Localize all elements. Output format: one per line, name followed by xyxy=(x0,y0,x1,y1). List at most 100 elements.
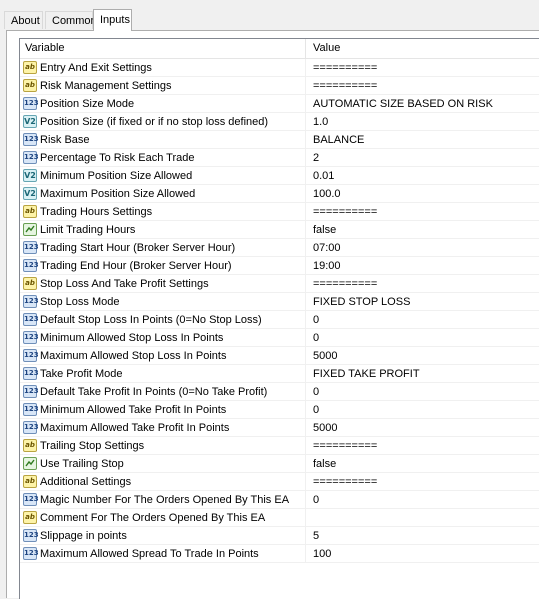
variable-value[interactable]: 0 xyxy=(313,386,319,398)
variable-name: Maximum Allowed Take Profit In Points xyxy=(40,422,230,434)
table-row[interactable]: ab Additional Settings ========== xyxy=(20,473,539,491)
variable-name: Default Stop Loss In Points (0=No Stop L… xyxy=(40,314,262,326)
variable-value[interactable]: 0 xyxy=(313,314,319,326)
variable-value[interactable]: 1.0 xyxy=(313,116,328,128)
table-row[interactable]: 123 Maximum Allowed Take Profit In Points… xyxy=(20,419,539,437)
variable-value[interactable]: ========== xyxy=(313,62,377,74)
column-divider[interactable] xyxy=(305,39,306,59)
cell-divider xyxy=(305,437,306,455)
table-row[interactable]: ab Stop Loss And Take Profit Settings ====… xyxy=(20,275,539,293)
header-variable[interactable]: Variable xyxy=(25,42,65,54)
integer-type-icon: 123 xyxy=(23,367,39,380)
table-row[interactable]: Use Trailing Stop false xyxy=(20,455,539,473)
header-value[interactable]: Value xyxy=(313,42,340,54)
variable-name: Maximum Allowed Stop Loss In Points xyxy=(40,350,227,362)
table-row[interactable]: V2 Position Size (if fixed or if no stop … xyxy=(20,113,539,131)
table-row[interactable]: ab Comment For The Orders Opened By This … xyxy=(20,509,539,527)
variable-value[interactable]: 07:00 xyxy=(313,242,341,254)
variable-value[interactable]: 0 xyxy=(313,494,319,506)
table-row[interactable]: 123 Slippage in points 5 xyxy=(20,527,539,545)
table-row[interactable]: V2 Minimum Position Size Allowed 0.01 xyxy=(20,167,539,185)
table-row[interactable]: 123 Maximum Allowed Stop Loss In Points 50… xyxy=(20,347,539,365)
variable-value[interactable]: FIXED STOP LOSS xyxy=(313,296,410,308)
integer-type-icon: 123 xyxy=(23,97,39,110)
variable-value[interactable]: ========== xyxy=(313,278,377,290)
variable-value[interactable]: false xyxy=(313,458,336,470)
variable-name: Percentage To Risk Each Trade xyxy=(40,152,195,164)
cell-divider xyxy=(305,347,306,365)
string-type-icon: ab xyxy=(23,511,37,524)
table-row[interactable]: 123 Minimum Allowed Stop Loss In Points 0 xyxy=(20,329,539,347)
string-type-icon: ab xyxy=(23,277,37,290)
inputs-panel: Variable Value ab Entry And Exit Settings… xyxy=(6,30,539,599)
integer-type-icon: 123 xyxy=(23,241,39,254)
table-row[interactable]: ab Entry And Exit Settings ========== xyxy=(20,59,539,77)
variable-value[interactable]: 19:00 xyxy=(313,260,341,272)
table-row[interactable]: 123 Take Profit Mode FIXED TAKE PROFIT xyxy=(20,365,539,383)
integer-type-icon: 123 xyxy=(23,529,39,542)
table-row[interactable]: 123 Position Size Mode AUTOMATIC SIZE BASE… xyxy=(20,95,539,113)
table-row[interactable]: ab Risk Management Settings ========== xyxy=(20,77,539,95)
table-row[interactable]: V2 Maximum Position Size Allowed 100.0 xyxy=(20,185,539,203)
table-row[interactable]: 123 Percentage To Risk Each Trade 2 xyxy=(20,149,539,167)
variable-name: Magic Number For The Orders Opened By Th… xyxy=(40,494,290,506)
integer-type-icon: 123 xyxy=(23,295,39,308)
cell-divider xyxy=(305,257,306,275)
table-row[interactable]: 123 Default Stop Loss In Points (0=No Sto… xyxy=(20,311,539,329)
string-type-icon: ab xyxy=(23,475,37,488)
tab-about[interactable]: About xyxy=(4,11,43,29)
cell-divider xyxy=(305,59,306,77)
cell-divider xyxy=(305,401,306,419)
cell-divider xyxy=(305,185,306,203)
variable-value[interactable]: ========== xyxy=(313,476,377,488)
variable-name: Stop Loss Mode xyxy=(40,296,120,308)
cell-divider xyxy=(305,131,306,149)
tab-common[interactable]: Common xyxy=(45,11,97,29)
inputs-grid: Variable Value ab Entry And Exit Settings… xyxy=(19,38,539,599)
table-row[interactable]: 123 Trading Start Hour (Broker Server Hou… xyxy=(20,239,539,257)
variable-value[interactable]: 5000 xyxy=(313,350,337,362)
table-row[interactable]: 123 Magic Number For The Orders Opened By… xyxy=(20,491,539,509)
cell-divider xyxy=(305,491,306,509)
cell-divider xyxy=(305,365,306,383)
variable-value[interactable]: 5000 xyxy=(313,422,337,434)
variable-value[interactable]: 0 xyxy=(313,332,319,344)
table-row[interactable]: Limit Trading Hours false xyxy=(20,221,539,239)
string-type-icon: ab xyxy=(23,205,37,218)
integer-type-icon: 123 xyxy=(23,331,39,344)
variable-value[interactable]: 100 xyxy=(313,548,331,560)
table-row[interactable]: 123 Risk Base BALANCE xyxy=(20,131,539,149)
variable-name: Trading End Hour (Broker Server Hour) xyxy=(40,260,232,272)
table-row[interactable]: 123 Default Take Profit In Points (0=No T… xyxy=(20,383,539,401)
table-row[interactable]: 123 Maximum Allowed Spread To Trade In Po… xyxy=(20,545,539,563)
variable-name: Entry And Exit Settings xyxy=(40,62,152,74)
string-type-icon: ab xyxy=(23,439,37,452)
cell-divider xyxy=(305,77,306,95)
table-row[interactable]: 123 Stop Loss Mode FIXED STOP LOSS xyxy=(20,293,539,311)
cell-divider xyxy=(305,509,306,527)
variable-value[interactable]: 2 xyxy=(313,152,319,164)
variable-value[interactable]: ========== xyxy=(313,80,377,92)
variable-value[interactable]: ========== xyxy=(313,440,377,452)
cell-divider xyxy=(305,167,306,185)
variable-value[interactable]: 0 xyxy=(313,404,319,416)
variable-value[interactable]: ========== xyxy=(313,206,377,218)
variable-name: Minimum Allowed Take Profit In Points xyxy=(40,404,227,416)
variable-value[interactable]: BALANCE xyxy=(313,134,364,146)
table-row[interactable]: 123 Trading End Hour (Broker Server Hour)… xyxy=(20,257,539,275)
table-row[interactable]: ab Trading Hours Settings ========== xyxy=(20,203,539,221)
variable-value[interactable]: FIXED TAKE PROFIT xyxy=(313,368,420,380)
variable-value[interactable]: 100.0 xyxy=(313,188,341,200)
table-row[interactable]: 123 Minimum Allowed Take Profit In Points… xyxy=(20,401,539,419)
variable-value[interactable]: AUTOMATIC SIZE BASED ON RISK xyxy=(313,98,493,110)
cell-divider xyxy=(305,473,306,491)
tab-inputs[interactable]: Inputs xyxy=(93,9,132,31)
variable-name: Stop Loss And Take Profit Settings xyxy=(40,278,209,290)
integer-type-icon: 123 xyxy=(23,349,39,362)
variable-value[interactable]: 0.01 xyxy=(313,170,334,182)
variable-value[interactable]: false xyxy=(313,224,336,236)
variable-name: Position Size Mode xyxy=(40,98,135,110)
variable-value[interactable]: 5 xyxy=(313,530,319,542)
table-row[interactable]: ab Trailing Stop Settings ========== xyxy=(20,437,539,455)
double-type-icon: V2 xyxy=(23,169,37,182)
